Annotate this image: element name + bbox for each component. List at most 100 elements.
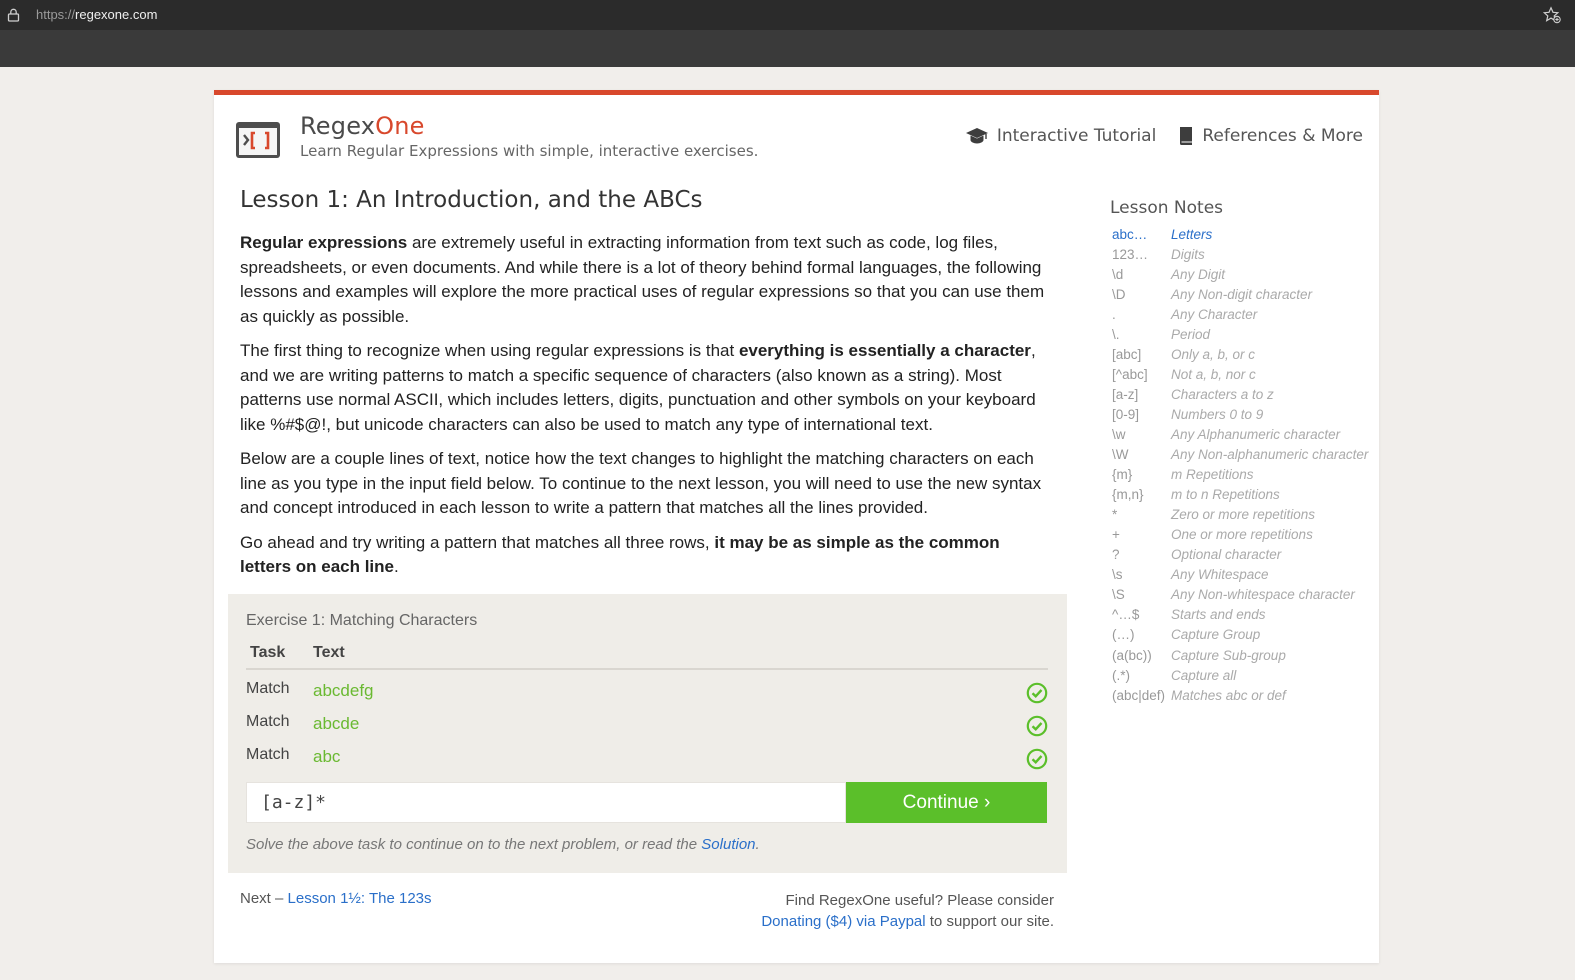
row-task: Match <box>246 713 290 730</box>
note-syntax: 123… <box>1112 246 1149 262</box>
note-description: Period <box>1171 326 1211 342</box>
note-syntax: \. <box>1112 326 1120 342</box>
next-lesson: Next – Lesson 1½: The 123s <box>240 890 432 907</box>
lesson-paragraph: Regular expressions are extremely useful… <box>240 231 1055 329</box>
note-syntax: {m} <box>1112 467 1133 483</box>
brand-regex: Regex <box>300 112 376 140</box>
note-description: Any Character <box>1171 306 1258 322</box>
regexone-logo-icon[interactable] <box>235 121 281 159</box>
exercise-panel: Exercise 1: Matching Characters Task Tex… <box>228 594 1067 873</box>
check-circle-icon <box>1026 682 1048 704</box>
lesson-body: Regular expressions are extremely useful… <box>240 231 1055 590</box>
note-description: Any Non-alphanumeric character <box>1171 447 1369 463</box>
brand-one: One <box>375 112 425 140</box>
exercise-hint: Solve the above task to continue on to t… <box>246 836 760 853</box>
lesson-note-item[interactable]: 123… Digits <box>1112 244 1368 264</box>
note-description: Any Non-whitespace character <box>1171 587 1355 603</box>
note-syntax: {m,n} <box>1112 487 1144 503</box>
url-host: regexone.com <box>75 7 158 22</box>
nav-references[interactable]: References & More <box>1178 126 1363 146</box>
note-description: Any Digit <box>1171 266 1226 282</box>
url-scheme: https:// <box>36 7 76 22</box>
lesson-note-item[interactable]: * Zero or more repetitions <box>1112 505 1368 525</box>
lesson-note-item[interactable]: \. Period <box>1112 324 1368 344</box>
address-field[interactable]: https://regexone.com <box>36 7 157 22</box>
brand-name[interactable]: RegexOne <box>300 112 425 140</box>
lesson-note-item[interactable]: [abc] Only a, b, or c <box>1112 344 1368 364</box>
row-text: abc <box>313 747 341 766</box>
lesson-note-item[interactable]: {m,n} m to n Repetitions <box>1112 485 1368 505</box>
paragraph-text: Go ahead and try writing a pattern that … <box>240 532 715 552</box>
note-description: Matches abc or def <box>1171 687 1286 703</box>
note-description: Capture Sub-group <box>1171 647 1286 663</box>
lesson-notes-list: abc… Letters 123… Digits \d Any Digit \D Any No… <box>1112 224 1368 705</box>
lesson-note-item[interactable]: ? Optional character <box>1112 545 1368 565</box>
note-description: Zero or more repetitions <box>1171 507 1316 523</box>
graduation-cap-icon <box>965 128 988 144</box>
exercise-row: Match abc <box>246 746 1048 774</box>
lesson-note-item[interactable]: \w Any Alphanumeric character <box>1112 424 1368 444</box>
solution-link[interactable]: Solution <box>701 836 755 853</box>
lesson-note-item[interactable]: \d Any Digit <box>1112 264 1368 284</box>
note-description: Only a, b, or c <box>1171 346 1256 362</box>
nav-label: References & More <box>1202 126 1363 146</box>
paragraph-text: . <box>394 557 399 576</box>
lesson-note-item[interactable]: + One or more repetitions <box>1112 525 1368 545</box>
note-syntax: (…) <box>1112 627 1135 643</box>
lesson-note-item[interactable]: abc… Letters <box>1112 224 1368 244</box>
hint-text: Solve the above task to continue on to t… <box>246 836 702 853</box>
note-syntax: ^…$ <box>1112 607 1140 623</box>
donate-line: Find RegexOne useful? Please consider <box>785 892 1055 909</box>
top-nav: Interactive Tutorial References & More <box>965 126 1363 146</box>
lesson-notes-title: Lesson Notes <box>1110 198 1224 218</box>
note-description: Capture Group <box>1171 627 1261 643</box>
emphasis-text: Regular expressions <box>240 233 408 252</box>
note-syntax: \W <box>1112 447 1129 463</box>
lesson-note-item[interactable]: . Any Character <box>1112 304 1368 324</box>
lesson-note-item[interactable]: (abc|def) Matches abc or def <box>1112 685 1368 705</box>
lesson-note-item[interactable]: {m} m Repetitions <box>1112 465 1368 485</box>
lesson-note-item[interactable]: \D Any Non-digit character <box>1112 284 1368 304</box>
note-description: m to n Repetitions <box>1171 487 1280 503</box>
lesson-paragraph: Below are a couple lines of text, notice… <box>240 447 1055 521</box>
next-prefix: Next – <box>240 890 288 907</box>
tagline: Learn Regular Expressions with simple, i… <box>300 142 759 160</box>
note-syntax: abc… <box>1112 226 1148 242</box>
lesson-note-item[interactable]: (…) Capture Group <box>1112 625 1368 645</box>
regex-input[interactable] <box>246 782 846 823</box>
note-syntax: . <box>1112 306 1116 322</box>
donate-suffix: to support our site. <box>925 913 1054 930</box>
note-description: Characters a to z <box>1171 386 1274 402</box>
lesson-note-item[interactable]: \S Any Non-whitespace character <box>1112 585 1368 605</box>
row-text: abcdefg <box>313 681 374 700</box>
note-syntax: [a-z] <box>1112 386 1139 402</box>
continue-button[interactable]: Continue › <box>846 782 1047 823</box>
donate-link[interactable]: Donating ($4) via Paypal <box>761 913 925 930</box>
note-syntax: (.*) <box>1112 667 1130 683</box>
note-syntax: [0-9] <box>1112 406 1140 422</box>
exercise-row: Match abcde <box>246 713 1048 741</box>
note-syntax: \d <box>1112 266 1124 282</box>
bookmark-star-icon[interactable] <box>1543 6 1561 24</box>
note-description: Digits <box>1171 246 1205 262</box>
lesson-note-item[interactable]: [^abc] Not a, b, nor c <box>1112 364 1368 384</box>
next-lesson-link[interactable]: Lesson 1½: The 123s <box>288 890 432 907</box>
lesson-note-item[interactable]: [a-z] Characters a to z <box>1112 384 1368 404</box>
lesson-paragraph: Go ahead and try writing a pattern that … <box>240 531 1055 580</box>
note-syntax: [abc] <box>1112 346 1142 362</box>
exercise-row: Match abcdefg <box>246 680 1048 708</box>
note-description: One or more repetitions <box>1171 527 1313 543</box>
note-syntax: + <box>1112 527 1120 543</box>
nav-interactive-tutorial[interactable]: Interactive Tutorial <box>965 126 1156 146</box>
note-syntax: (a(bc)) <box>1112 647 1152 663</box>
lesson-note-item[interactable]: ^…$ Starts and ends <box>1112 605 1368 625</box>
lesson-note-item[interactable]: \s Any Whitespace <box>1112 565 1368 585</box>
lesson-note-item[interactable]: [0-9] Numbers 0 to 9 <box>1112 404 1368 424</box>
lesson-note-item[interactable]: (.*) Capture all <box>1112 665 1368 685</box>
lesson-note-item[interactable]: (a(bc)) Capture Sub-group <box>1112 645 1368 665</box>
note-description: Letters <box>1171 226 1213 242</box>
paragraph-text: The first thing to recognize when using … <box>240 341 739 360</box>
browser-url-bar: https://regexone.com <box>0 0 1575 30</box>
lesson-note-item[interactable]: \W Any Non-alphanumeric character <box>1112 445 1368 465</box>
note-description: Capture all <box>1171 667 1237 683</box>
